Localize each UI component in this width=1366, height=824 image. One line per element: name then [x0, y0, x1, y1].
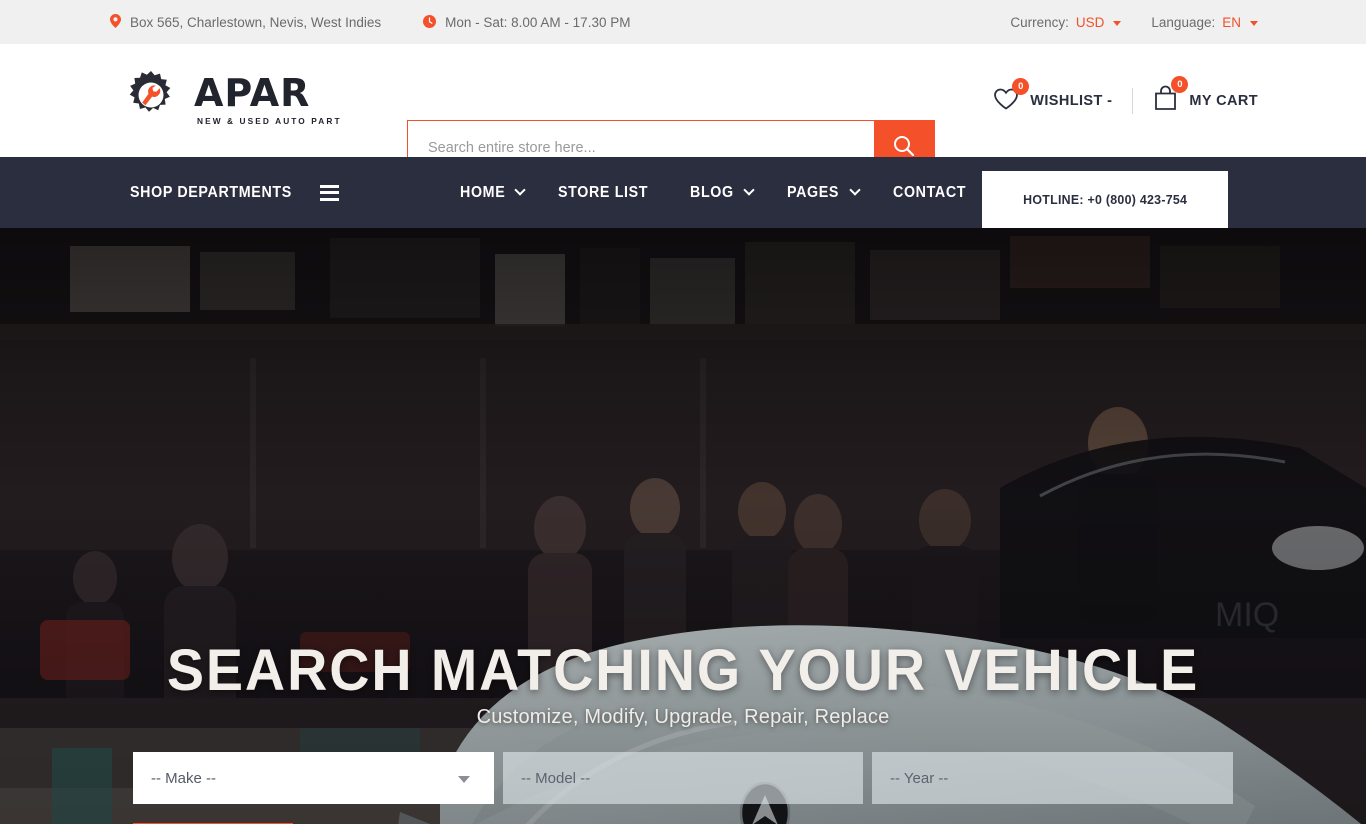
clock-icon: [423, 14, 437, 30]
shop-departments-button[interactable]: SHOP DEPARTMENTS: [0, 184, 339, 202]
wishlist-icon-wrap: 0: [993, 77, 1030, 115]
hotline-button[interactable]: HOTLINE: +0 (800) 423-754: [982, 171, 1228, 228]
hero-subtitle: Customize, Modify, Upgrade, Repair, Repl…: [476, 706, 890, 728]
currency-selector[interactable]: Currency: USD: [1010, 14, 1122, 30]
store-hours: Mon - Sat: 8.00 AM - 17.30 PM: [423, 14, 631, 30]
main-navigation: SHOP DEPARTMENTS HOME STORE LIST BLOG PA…: [0, 157, 1366, 228]
top-bar-settings: Currency: USD Language: EN: [1010, 0, 1258, 44]
vehicle-selects: -- Make -- -- Model -- -- Year --: [133, 752, 1233, 804]
wishlist-label: WISHLIST -: [1030, 92, 1113, 109]
map-pin-icon: [110, 14, 121, 30]
gear-wrench-icon: [122, 69, 180, 132]
chevron-down-icon: [1250, 20, 1258, 26]
store-address-text: Box 565, Charlestown, Nevis, West Indies: [130, 14, 382, 30]
hotline-text: HOTLINE: +0 (800) 423-754: [1022, 192, 1188, 207]
hero-title: SEARCH MATCHING YOUR VEHICLE: [166, 638, 1200, 703]
caret-down-icon: [458, 776, 470, 783]
model-select-value: -- Model --: [521, 769, 591, 787]
cart-button[interactable]: 0 MY CART: [1153, 76, 1258, 116]
chevron-down-icon: [848, 183, 861, 196]
top-bar-info: Box 565, Charlestown, Nevis, West Indies…: [0, 14, 630, 30]
model-select[interactable]: -- Model --: [503, 752, 863, 804]
logo-tagline: NEW & USED AUTO PART: [197, 115, 342, 126]
vehicle-search-form: -- Make -- -- Model -- -- Year -- SEARCH: [133, 752, 1233, 824]
store-hours-text: Mon - Sat: 8.00 AM - 17.30 PM: [445, 14, 631, 30]
logo-wordmark: APAR: [194, 71, 311, 116]
top-bar: Box 565, Charlestown, Nevis, West Indies…: [0, 0, 1366, 44]
language-value: EN: [1222, 14, 1241, 30]
header-actions: 0 WISHLIST - 0 MY CART: [993, 44, 1258, 157]
nav-item-pages[interactable]: PAGES: [770, 184, 876, 202]
wishlist-button[interactable]: 0 WISHLIST -: [993, 77, 1113, 115]
shop-departments-label: SHOP DEPARTMENTS: [130, 183, 292, 201]
nav-item-blog[interactable]: BLOG: [673, 184, 770, 202]
nav-item-contact[interactable]: CONTACT: [876, 184, 990, 202]
language-label: Language:: [1151, 14, 1216, 30]
make-select-value: -- Make --: [151, 769, 216, 787]
year-select-value: -- Year --: [890, 769, 949, 787]
language-selector[interactable]: Language: EN: [1151, 15, 1258, 30]
cart-label: MY CART: [1189, 92, 1258, 109]
wishlist-count-badge: 0: [1012, 77, 1030, 95]
hero-content: SEARCH MATCHING YOUR VEHICLE Customize, …: [0, 228, 1366, 824]
hero-section: MIQ: [0, 228, 1366, 824]
nav-item-label: STORE LIST: [558, 183, 649, 201]
make-select[interactable]: -- Make --: [133, 752, 494, 804]
nav-item-label: HOME: [459, 183, 506, 201]
heart-icon: [993, 88, 1019, 114]
shopping-bag-icon: [1153, 85, 1178, 115]
store-address: Box 565, Charlestown, Nevis, West Indies: [110, 14, 381, 30]
nav-item-label: PAGES: [786, 183, 839, 201]
site-header: APAR NEW & USED AUTO PART 0 WISHLIST -: [0, 44, 1366, 175]
chevron-down-icon: [514, 183, 526, 196]
header-divider: [1132, 87, 1134, 114]
year-select[interactable]: -- Year --: [872, 752, 1233, 804]
hamburger-icon: [319, 184, 339, 201]
currency-value: USD: [1075, 14, 1105, 30]
nav-item-label: CONTACT: [892, 183, 966, 201]
cart-icon-wrap: 0: [1153, 76, 1189, 116]
logo[interactable]: APAR NEW & USED AUTO PART: [0, 69, 342, 132]
nav-item-label: BLOG: [690, 183, 735, 201]
nav-item-home[interactable]: HOME: [443, 184, 541, 202]
cart-count-badge: 0: [1171, 76, 1189, 93]
nav-item-store-list[interactable]: STORE LIST: [541, 184, 673, 202]
chevron-down-icon: [1113, 20, 1122, 26]
chevron-down-icon: [743, 183, 755, 196]
currency-label: Currency:: [1010, 14, 1069, 30]
nav-menu: HOME STORE LIST BLOG PAGES CONTACT: [443, 184, 989, 202]
